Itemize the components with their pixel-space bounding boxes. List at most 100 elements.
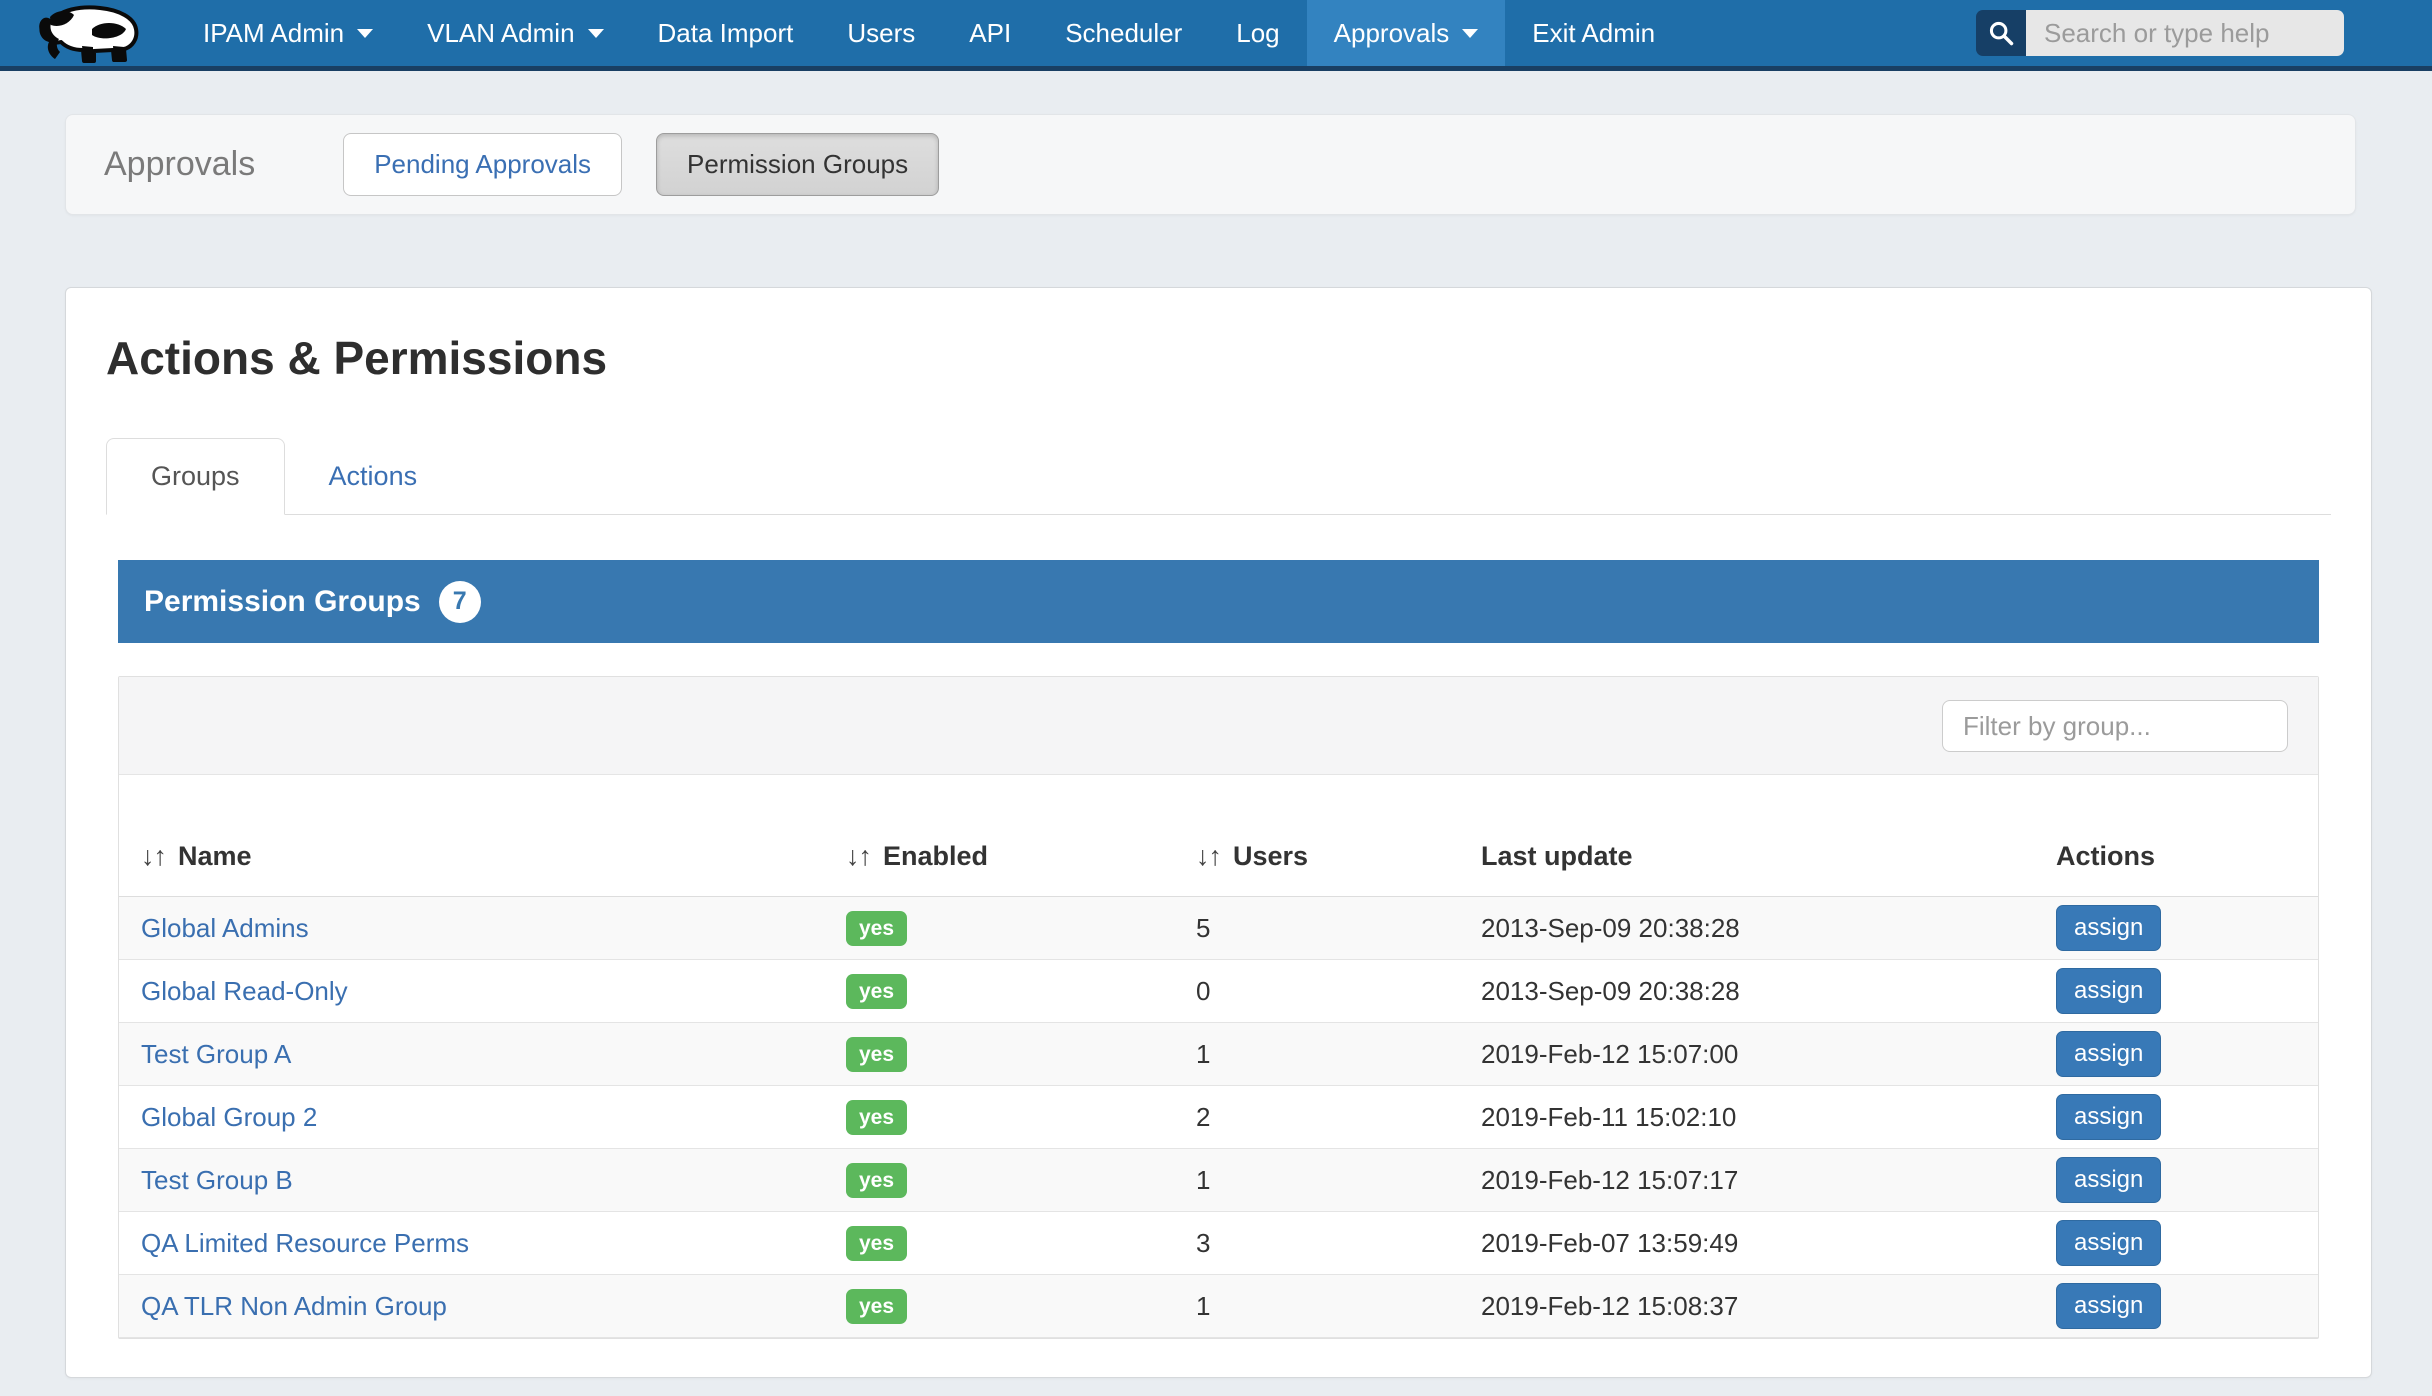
table-row: QA Limited Resource Perms yes 3 2019-Feb… [119, 1212, 2318, 1275]
users-count: 2 [1196, 1102, 1210, 1132]
nav-item[interactable]: Data Import [631, 0, 821, 66]
column-header[interactable]: ↓↑ Users [1174, 775, 1459, 897]
users-count: 1 [1196, 1165, 1210, 1195]
app-logo[interactable] [0, 0, 176, 66]
tab-groups[interactable]: Groups [106, 438, 285, 515]
assign-button[interactable]: assign [2056, 968, 2161, 1014]
group-name-link[interactable]: Global Admins [141, 913, 309, 943]
last-update: 2013-Sep-09 20:38:28 [1481, 976, 1740, 1006]
last-update: 2019-Feb-07 13:59:49 [1481, 1228, 1738, 1258]
assign-button[interactable]: assign [2056, 1283, 2161, 1329]
top-navbar: IPAM Admin VLAN Admin Data Import Users … [0, 0, 2432, 71]
assign-button[interactable]: assign [2056, 1220, 2161, 1266]
search-icon [1987, 19, 2015, 47]
chevron-down-icon [588, 29, 604, 38]
screen: IPAM Admin VLAN Admin Data Import Users … [0, 0, 2432, 1396]
nav-menu: IPAM Admin VLAN Admin Data Import Users … [176, 0, 1682, 66]
assign-button[interactable]: assign [2056, 905, 2161, 951]
nav-item[interactable]: VLAN Admin [400, 0, 630, 66]
widget-header: Permission Groups 7 [118, 560, 2319, 643]
users-count: 1 [1196, 1291, 1210, 1321]
table-body: Global Admins yes 5 2013-Sep-09 20:38:28… [119, 897, 2318, 1338]
tab-bar: Groups Actions [106, 438, 2331, 515]
column-header[interactable]: ↓↑ Name [119, 775, 824, 897]
nav-item[interactable]: Log [1209, 0, 1306, 66]
nav-item[interactable]: Users [820, 0, 942, 66]
column-header-label: Last update [1481, 841, 1633, 871]
column-header-label: Name [178, 841, 252, 871]
table-row: Global Read-Only yes 0 2013-Sep-09 20:38… [119, 960, 2318, 1023]
table-row: Test Group A yes 1 2019-Feb-12 15:07:00 … [119, 1023, 2318, 1086]
users-count: 1 [1196, 1039, 1210, 1069]
last-update: 2019-Feb-12 15:08:37 [1481, 1291, 1738, 1321]
table-header-row: ↓↑ Name ↓↑Enabled ↓↑ Users Last update Act… [119, 775, 2318, 897]
nav-item-label: IPAM Admin [203, 18, 344, 49]
search-input[interactable] [2026, 10, 2344, 56]
group-name-link[interactable]: Global Group 2 [141, 1102, 317, 1132]
nav-item[interactable]: Approvals [1307, 0, 1506, 66]
page-title: Approvals [104, 145, 255, 184]
column-header-label: Actions [2056, 841, 2155, 871]
filter-input[interactable] [1942, 700, 2288, 752]
nav-item[interactable]: Exit Admin [1505, 0, 1682, 66]
nav-item-label: Data Import [658, 18, 794, 49]
approvals-header-bar: Approvals Pending Approvals Permission G… [65, 114, 2356, 215]
sort-icon[interactable]: ↓↑ [141, 841, 166, 871]
enabled-badge: yes [846, 1289, 907, 1324]
permission-groups-table: ↓↑ Name ↓↑Enabled ↓↑ Users Last update Act… [119, 775, 2318, 1338]
group-name-link[interactable]: Test Group A [141, 1039, 291, 1069]
nav-item-label: API [969, 18, 1011, 49]
nav-item-label: Log [1236, 18, 1279, 49]
group-name-link[interactable]: Test Group B [141, 1165, 293, 1195]
assign-button[interactable]: assign [2056, 1031, 2161, 1077]
sort-icon[interactable]: ↓↑ [1196, 841, 1221, 871]
chevron-down-icon [1462, 29, 1478, 38]
enabled-badge: yes [846, 1163, 907, 1198]
nav-item[interactable]: Scheduler [1038, 0, 1209, 66]
table-row: QA TLR Non Admin Group yes 1 2019-Feb-12… [119, 1275, 2318, 1338]
users-count: 3 [1196, 1228, 1210, 1258]
last-update: 2019-Feb-11 15:02:10 [1481, 1102, 1736, 1132]
enabled-badge: yes [846, 1226, 907, 1261]
nav-item[interactable]: API [942, 0, 1038, 66]
nav-search [1976, 10, 2344, 56]
enabled-badge: yes [846, 911, 907, 946]
assign-button[interactable]: assign [2056, 1157, 2161, 1203]
group-count-badge: 7 [439, 581, 481, 623]
search-button[interactable] [1976, 10, 2026, 56]
group-name-link[interactable]: QA Limited Resource Perms [141, 1228, 469, 1258]
nav-item[interactable]: IPAM Admin [176, 0, 400, 66]
users-count: 5 [1196, 913, 1210, 943]
permission-groups-widget: Permission Groups 7 ↓↑ Name ↓↑Enabled ↓↑ U… [118, 560, 2319, 1339]
last-update: 2019-Feb-12 15:07:00 [1481, 1039, 1738, 1069]
permission-groups-button[interactable]: Permission Groups [656, 133, 939, 196]
table-toolbar [119, 677, 2318, 775]
nav-item-label: Users [847, 18, 915, 49]
group-name-link[interactable]: Global Read-Only [141, 976, 348, 1006]
column-header[interactable]: ↓↑Enabled [824, 775, 1174, 897]
chevron-down-icon [357, 29, 373, 38]
nav-item-label: Approvals [1334, 18, 1450, 49]
pending-approvals-button[interactable]: Pending Approvals [343, 133, 622, 196]
tab-actions[interactable]: Actions [285, 439, 462, 514]
last-update: 2019-Feb-12 15:07:17 [1481, 1165, 1738, 1195]
nav-item-label: VLAN Admin [427, 18, 574, 49]
column-header[interactable]: Last update [1459, 775, 2034, 897]
elephant-logo-icon [30, 3, 146, 63]
enabled-badge: yes [846, 1100, 907, 1135]
table-row: Global Admins yes 5 2013-Sep-09 20:38:28… [119, 897, 2318, 960]
table-row: Global Group 2 yes 2 2019-Feb-11 15:02:1… [119, 1086, 2318, 1149]
nav-item-label: Scheduler [1065, 18, 1182, 49]
enabled-badge: yes [846, 974, 907, 1009]
panel-title: Actions & Permissions [106, 332, 2331, 384]
main-panel: Actions & Permissions Groups Actions Per… [65, 287, 2372, 1378]
assign-button[interactable]: assign [2056, 1094, 2161, 1140]
sort-icon[interactable]: ↓↑ [846, 841, 871, 871]
group-name-link[interactable]: QA TLR Non Admin Group [141, 1291, 447, 1321]
column-header-label: Users [1233, 841, 1308, 871]
table-row: Test Group B yes 1 2019-Feb-12 15:07:17 … [119, 1149, 2318, 1212]
column-header[interactable]: Actions [2034, 775, 2318, 897]
widget-title: Permission Groups [144, 585, 421, 619]
users-count: 0 [1196, 976, 1210, 1006]
groups-table-container: ↓↑ Name ↓↑Enabled ↓↑ Users Last update Act… [118, 676, 2319, 1339]
